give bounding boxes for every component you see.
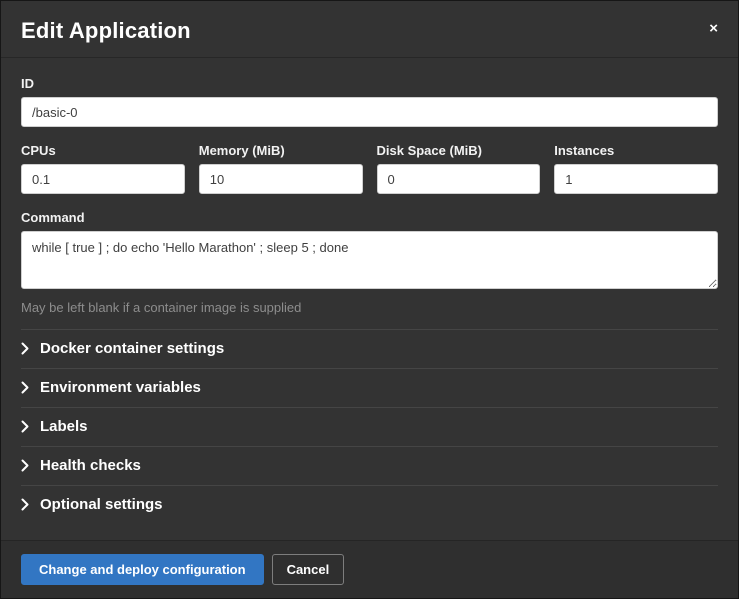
id-input[interactable] [21,97,718,127]
cpus-input[interactable] [21,164,185,194]
cpus-field-group: CPUs [21,143,185,194]
disk-field-group: Disk Space (MiB) [377,143,541,194]
command-help-text: May be left blank if a container image i… [21,300,718,315]
instances-input[interactable] [554,164,718,194]
accordion-sections: Docker container settings Environment va… [21,329,718,524]
section-docker-container-settings[interactable]: Docker container settings [21,329,718,368]
modal-footer: Change and deploy configuration Cancel [1,540,738,598]
section-optional-settings[interactable]: Optional settings [21,485,718,524]
section-label: Health checks [40,457,141,474]
command-textarea[interactable]: while [ true ] ; do echo 'Hello Marathon… [21,231,718,289]
close-icon: × [709,20,718,37]
disk-label: Disk Space (MiB) [377,143,541,158]
section-health-checks[interactable]: Health checks [21,446,718,485]
edit-application-modal: Edit Application × ID CPUs Memory (MiB) … [0,0,739,599]
memory-input[interactable] [199,164,363,194]
memory-field-group: Memory (MiB) [199,143,363,194]
chevron-right-icon [21,381,29,394]
resources-row: CPUs Memory (MiB) Disk Space (MiB) Insta… [21,143,718,194]
chevron-right-icon [21,459,29,472]
close-button[interactable]: × [705,17,722,40]
cancel-button[interactable]: Cancel [272,554,345,585]
disk-input[interactable] [377,164,541,194]
id-label: ID [21,76,718,91]
memory-label: Memory (MiB) [199,143,363,158]
instances-field-group: Instances [554,143,718,194]
section-environment-variables[interactable]: Environment variables [21,368,718,407]
modal-body: ID CPUs Memory (MiB) Disk Space (MiB) In… [1,58,738,540]
section-label: Environment variables [40,379,201,396]
modal-header: Edit Application × [1,1,738,58]
chevron-right-icon [21,420,29,433]
instances-label: Instances [554,143,718,158]
section-label: Labels [40,418,88,435]
chevron-right-icon [21,498,29,511]
id-field-group: ID [21,76,718,127]
command-field-group: Command while [ true ] ; do echo 'Hello … [21,210,718,315]
command-label: Command [21,210,718,225]
section-labels[interactable]: Labels [21,407,718,446]
chevron-right-icon [21,342,29,355]
section-label: Optional settings [40,496,163,513]
section-label: Docker container settings [40,340,224,357]
modal-title: Edit Application [21,18,718,44]
cpus-label: CPUs [21,143,185,158]
change-and-deploy-button[interactable]: Change and deploy configuration [21,554,264,585]
